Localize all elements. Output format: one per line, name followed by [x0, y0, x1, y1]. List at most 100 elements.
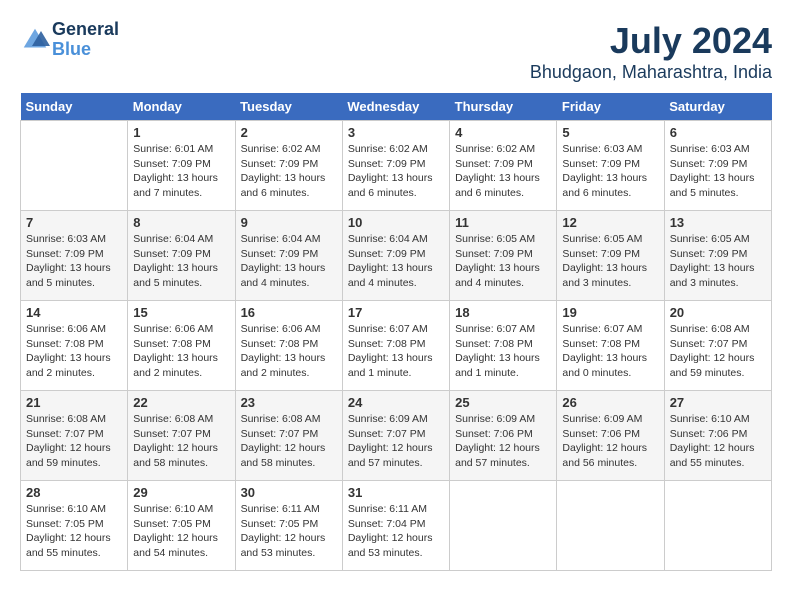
day-info: Sunrise: 6:05 AMSunset: 7:09 PMDaylight:… — [455, 232, 551, 291]
day-info: Sunrise: 6:05 AMSunset: 7:09 PMDaylight:… — [670, 232, 766, 291]
day-info: Sunrise: 6:05 AMSunset: 7:09 PMDaylight:… — [562, 232, 658, 291]
day-number: 17 — [348, 305, 444, 320]
calendar-header-thursday: Thursday — [450, 93, 557, 121]
calendar-cell: 24 Sunrise: 6:09 AMSunset: 7:07 PMDayligh… — [342, 391, 449, 481]
day-info: Sunrise: 6:08 AMSunset: 7:07 PMDaylight:… — [26, 412, 122, 471]
day-number: 20 — [670, 305, 766, 320]
day-number: 31 — [348, 485, 444, 500]
calendar-cell — [21, 121, 128, 211]
calendar-cell: 8 Sunrise: 6:04 AMSunset: 7:09 PMDaylight… — [128, 211, 235, 301]
calendar-header-tuesday: Tuesday — [235, 93, 342, 121]
day-info: Sunrise: 6:04 AMSunset: 7:09 PMDaylight:… — [348, 232, 444, 291]
day-info: Sunrise: 6:02 AMSunset: 7:09 PMDaylight:… — [455, 142, 551, 201]
day-number: 12 — [562, 215, 658, 230]
day-number: 5 — [562, 125, 658, 140]
day-info: Sunrise: 6:04 AMSunset: 7:09 PMDaylight:… — [241, 232, 337, 291]
day-number: 1 — [133, 125, 229, 140]
day-number: 10 — [348, 215, 444, 230]
calendar-cell: 4Sunrise: 6:02 AMSunset: 7:09 PMDaylight… — [450, 121, 557, 211]
main-title: July 2024 — [530, 20, 772, 62]
day-info: Sunrise: 6:01 AMSunset: 7:09 PMDaylight:… — [133, 142, 229, 201]
day-info: Sunrise: 6:07 AMSunset: 7:08 PMDaylight:… — [562, 322, 658, 381]
day-info: Sunrise: 6:03 AMSunset: 7:09 PMDaylight:… — [562, 142, 658, 201]
calendar-cell: 2 Sunrise: 6:02 AMSunset: 7:09 PMDaylight… — [235, 121, 342, 211]
calendar-cell: 9 Sunrise: 6:04 AMSunset: 7:09 PMDaylight… — [235, 211, 342, 301]
subtitle: Bhudgaon, Maharashtra, India — [530, 62, 772, 83]
calendar-cell: 26 Sunrise: 6:09 AMSunset: 7:06 PMDayligh… — [557, 391, 664, 481]
calendar-week-row: 28 Sunrise: 6:10 AMSunset: 7:05 PMDayligh… — [21, 481, 772, 571]
day-number: 27 — [670, 395, 766, 410]
day-number: 22 — [133, 395, 229, 410]
calendar-cell: 16 Sunrise: 6:06 AMSunset: 7:08 PMDayligh… — [235, 301, 342, 391]
day-number: 23 — [241, 395, 337, 410]
calendar-cell: 10 Sunrise: 6:04 AMSunset: 7:09 PMDayligh… — [342, 211, 449, 301]
day-number: 21 — [26, 395, 122, 410]
calendar-header-saturday: Saturday — [664, 93, 771, 121]
day-number: 13 — [670, 215, 766, 230]
calendar-week-row: 21 Sunrise: 6:08 AMSunset: 7:07 PMDayligh… — [21, 391, 772, 481]
calendar-cell: 19Sunrise: 6:07 AMSunset: 7:08 PMDayligh… — [557, 301, 664, 391]
day-info: Sunrise: 6:11 AMSunset: 7:05 PMDaylight:… — [241, 502, 337, 561]
day-info: Sunrise: 6:09 AMSunset: 7:06 PMDaylight:… — [562, 412, 658, 471]
day-info: Sunrise: 6:10 AMSunset: 7:06 PMDaylight:… — [670, 412, 766, 471]
day-info: Sunrise: 6:06 AMSunset: 7:08 PMDaylight:… — [241, 322, 337, 381]
page-header: General Blue July 2024 Bhudgaon, Maharas… — [20, 20, 772, 83]
day-info: Sunrise: 6:08 AMSunset: 7:07 PMDaylight:… — [241, 412, 337, 471]
day-number: 2 — [241, 125, 337, 140]
calendar-cell: 20 Sunrise: 6:08 AMSunset: 7:07 PMDayligh… — [664, 301, 771, 391]
logo-line1: General — [52, 20, 119, 40]
day-number: 3 — [348, 125, 444, 140]
day-info: Sunrise: 6:06 AMSunset: 7:08 PMDaylight:… — [26, 322, 122, 381]
calendar-cell: 31 Sunrise: 6:11 AMSunset: 7:04 PMDayligh… — [342, 481, 449, 571]
calendar-header-monday: Monday — [128, 93, 235, 121]
calendar-header-wednesday: Wednesday — [342, 93, 449, 121]
day-number: 18 — [455, 305, 551, 320]
day-number: 28 — [26, 485, 122, 500]
title-block: July 2024 Bhudgaon, Maharashtra, India — [530, 20, 772, 83]
calendar-cell: 6Sunrise: 6:03 AMSunset: 7:09 PMDaylight… — [664, 121, 771, 211]
day-info: Sunrise: 6:11 AMSunset: 7:04 PMDaylight:… — [348, 502, 444, 561]
calendar-cell: 1 Sunrise: 6:01 AMSunset: 7:09 PMDaylight… — [128, 121, 235, 211]
day-info: Sunrise: 6:03 AMSunset: 7:09 PMDaylight:… — [670, 142, 766, 201]
day-number: 15 — [133, 305, 229, 320]
day-info: Sunrise: 6:03 AMSunset: 7:09 PMDaylight:… — [26, 232, 122, 291]
calendar-week-row: 14Sunrise: 6:06 AMSunset: 7:08 PMDayligh… — [21, 301, 772, 391]
calendar-cell: 12 Sunrise: 6:05 AMSunset: 7:09 PMDayligh… — [557, 211, 664, 301]
calendar-header-sunday: Sunday — [21, 93, 128, 121]
day-number: 16 — [241, 305, 337, 320]
calendar-cell — [450, 481, 557, 571]
calendar-cell — [557, 481, 664, 571]
calendar-cell — [664, 481, 771, 571]
day-number: 25 — [455, 395, 551, 410]
calendar-cell: 7 Sunrise: 6:03 AMSunset: 7:09 PMDaylight… — [21, 211, 128, 301]
day-info: Sunrise: 6:10 AMSunset: 7:05 PMDaylight:… — [26, 502, 122, 561]
calendar-cell: 18 Sunrise: 6:07 AMSunset: 7:08 PMDayligh… — [450, 301, 557, 391]
logo-line2: Blue — [52, 40, 119, 60]
calendar-table: SundayMondayTuesdayWednesdayThursdayFrid… — [20, 93, 772, 571]
day-number: 29 — [133, 485, 229, 500]
logo-icon — [20, 25, 50, 55]
day-info: Sunrise: 6:09 AMSunset: 7:06 PMDaylight:… — [455, 412, 551, 471]
day-info: Sunrise: 6:02 AMSunset: 7:09 PMDaylight:… — [348, 142, 444, 201]
day-number: 24 — [348, 395, 444, 410]
day-info: Sunrise: 6:06 AMSunset: 7:08 PMDaylight:… — [133, 322, 229, 381]
day-info: Sunrise: 6:09 AMSunset: 7:07 PMDaylight:… — [348, 412, 444, 471]
day-number: 26 — [562, 395, 658, 410]
day-number: 7 — [26, 215, 122, 230]
calendar-cell: 5 Sunrise: 6:03 AMSunset: 7:09 PMDaylight… — [557, 121, 664, 211]
calendar-cell: 15 Sunrise: 6:06 AMSunset: 7:08 PMDayligh… — [128, 301, 235, 391]
day-info: Sunrise: 6:02 AMSunset: 7:09 PMDaylight:… — [241, 142, 337, 201]
day-number: 9 — [241, 215, 337, 230]
day-number: 8 — [133, 215, 229, 230]
calendar-cell: 21 Sunrise: 6:08 AMSunset: 7:07 PMDayligh… — [21, 391, 128, 481]
logo: General Blue — [20, 20, 119, 60]
calendar-cell: 3 Sunrise: 6:02 AMSunset: 7:09 PMDaylight… — [342, 121, 449, 211]
calendar-cell: 28 Sunrise: 6:10 AMSunset: 7:05 PMDayligh… — [21, 481, 128, 571]
calendar-cell: 23 Sunrise: 6:08 AMSunset: 7:07 PMDayligh… — [235, 391, 342, 481]
day-info: Sunrise: 6:08 AMSunset: 7:07 PMDaylight:… — [133, 412, 229, 471]
calendar-header-friday: Friday — [557, 93, 664, 121]
calendar-cell: 11Sunrise: 6:05 AMSunset: 7:09 PMDayligh… — [450, 211, 557, 301]
day-info: Sunrise: 6:04 AMSunset: 7:09 PMDaylight:… — [133, 232, 229, 291]
day-info: Sunrise: 6:08 AMSunset: 7:07 PMDaylight:… — [670, 322, 766, 381]
day-info: Sunrise: 6:07 AMSunset: 7:08 PMDaylight:… — [455, 322, 551, 381]
